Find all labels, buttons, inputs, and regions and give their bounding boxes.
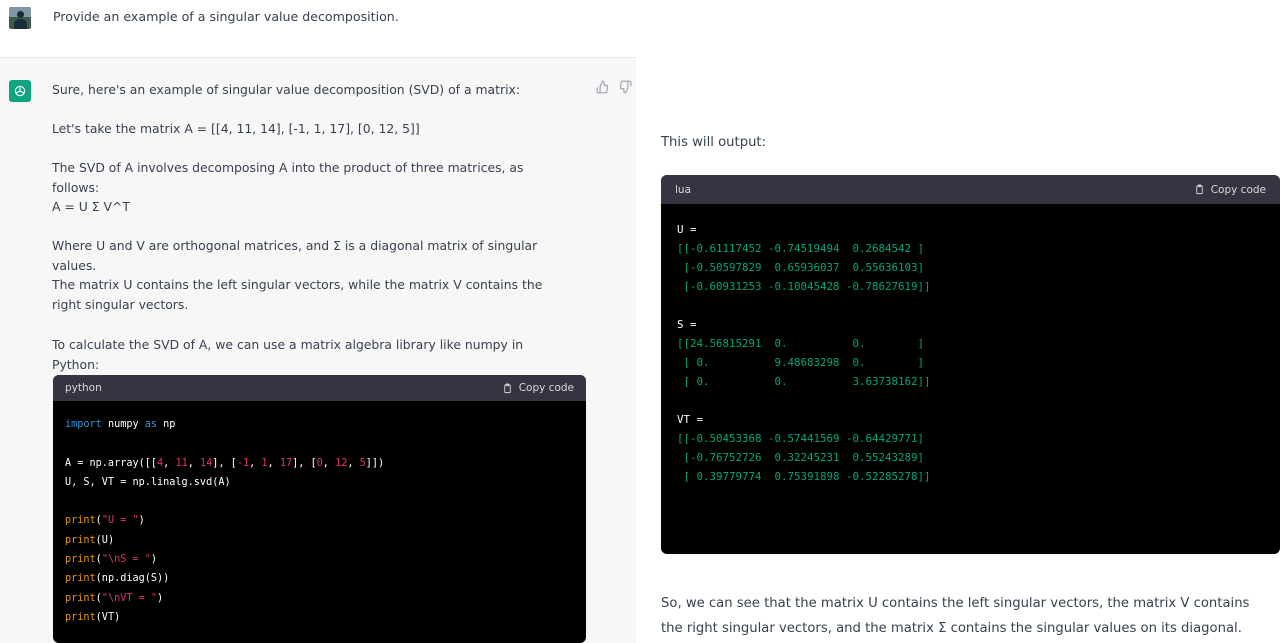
assistant-paragraph: Where U and V are orthogonal matrices, a… [52, 238, 538, 273]
user-avatar [9, 7, 31, 29]
copy-code-label: Copy code [518, 382, 574, 394]
code-language-label: lua [675, 183, 692, 196]
assistant-message-row: Sure, here's an example of singular valu… [0, 58, 636, 643]
assistant-paragraph: To calculate the SVD of A, we can use a … [52, 337, 524, 372]
output-code: U = [[-0.61117452 -0.74519494 0.2684542 … [677, 223, 931, 483]
code-language-label: python [65, 382, 102, 394]
code-block-header: python Copy code [53, 375, 586, 401]
thumbs-down-icon[interactable] [618, 80, 632, 94]
python-code-block: python Copy code import numpy as np A = … [53, 375, 586, 643]
code-block-header: lua Copy code [661, 175, 1280, 204]
openai-logo-icon [9, 80, 31, 102]
copy-code-button[interactable]: Copy code [1194, 184, 1266, 196]
assistant-paragraph: The matrix U contains the left singular … [52, 277, 543, 312]
assistant-paragraph: Let's take the matrix A = [[4, 11, 14], … [52, 121, 420, 136]
copy-code-button[interactable]: Copy code [502, 382, 574, 394]
thumbs-up-icon[interactable] [596, 80, 610, 94]
user-message-row: Provide an example of a singular value d… [0, 0, 636, 58]
clipboard-icon [503, 382, 511, 393]
assistant-paragraph: The SVD of A involves decomposing A into… [52, 160, 524, 195]
conclusion-line: So, we can see that the matrix U contain… [661, 596, 1250, 611]
conclusion-line: the right singular vectors, and the matr… [661, 621, 1242, 636]
clipboard-icon [1195, 184, 1203, 195]
python-code: import numpy as np A = np.array([[4, 11,… [65, 419, 385, 623]
assistant-paragraph: Sure, here's an example of singular valu… [52, 82, 521, 97]
assistant-paragraph: A = U Σ V^T [52, 199, 130, 214]
output-intro: This will output: [661, 135, 767, 150]
output-code-block: lua Copy code U = [[-0.61117452 -0.74519… [661, 175, 1280, 554]
copy-code-label: Copy code [1210, 183, 1266, 196]
user-message-text: Provide an example of a singular value d… [53, 9, 399, 24]
